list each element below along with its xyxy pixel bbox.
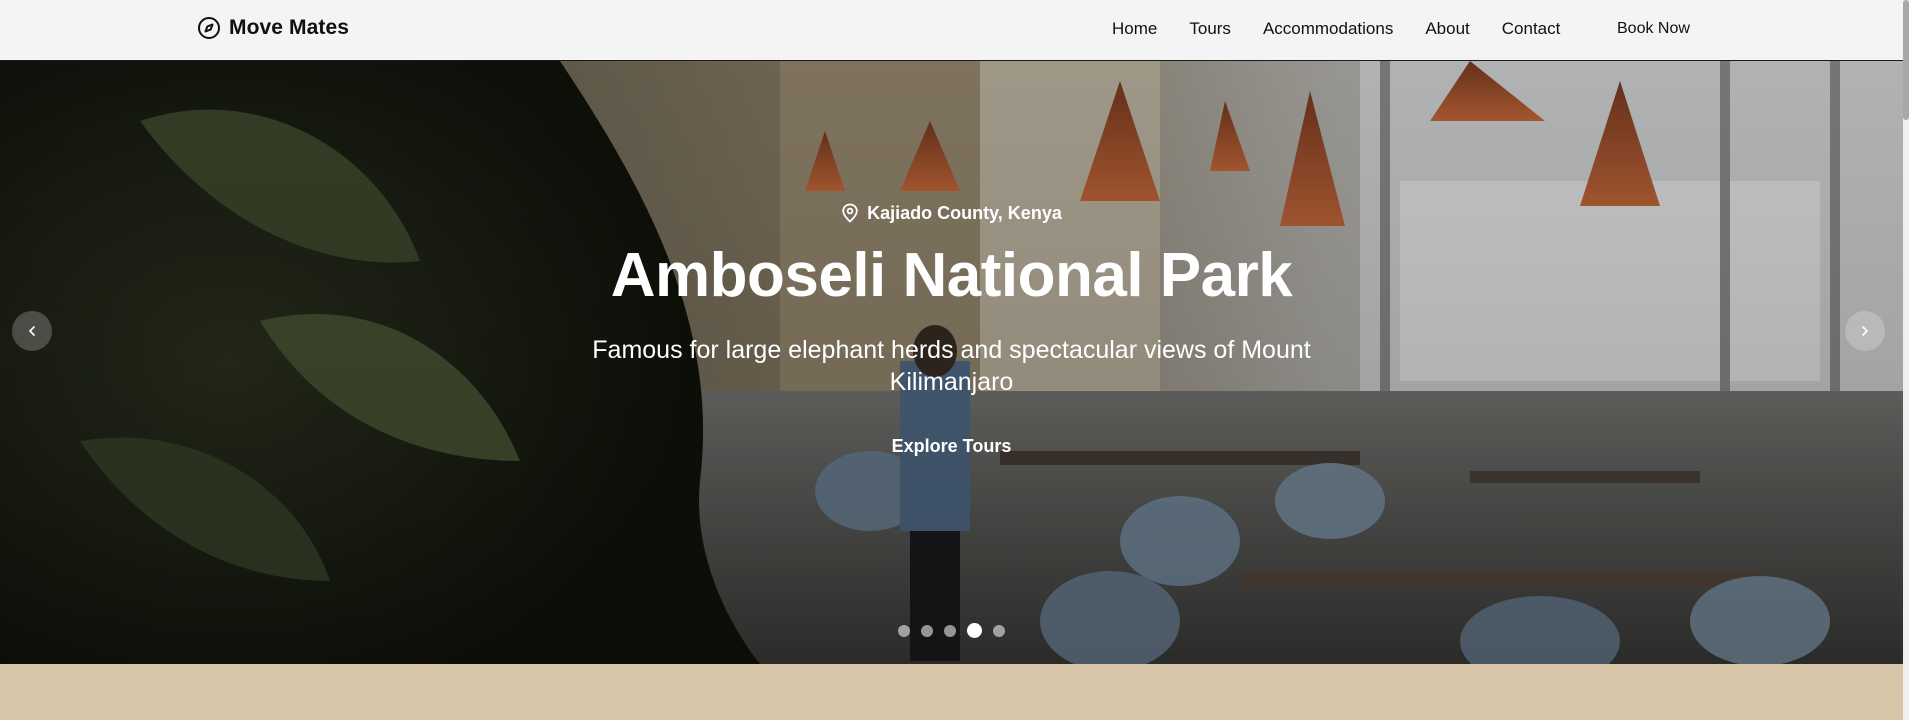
carousel-prev-button[interactable]	[12, 311, 52, 351]
carousel-indicators	[0, 623, 1903, 638]
brand-logo[interactable]: Move Mates	[197, 16, 349, 40]
carousel-dot[interactable]	[944, 624, 956, 637]
page-scrollbar[interactable]	[1903, 0, 1909, 720]
map-pin-icon	[842, 203, 858, 223]
chevron-right-icon	[1862, 326, 1868, 336]
chevron-left-icon	[29, 326, 35, 336]
site-header: Move Mates Home Tours Accommodations Abo…	[0, 0, 1903, 61]
hero-location-text: Kajiado County, Kenya	[867, 202, 1062, 223]
hero-title: Amboseli National Park	[610, 241, 1293, 310]
compass-icon	[198, 17, 220, 39]
hero-content: Kajiado County, Kenya Amboseli National …	[0, 201, 1903, 457]
nav-tours[interactable]: Tours	[1189, 19, 1231, 39]
nav-about[interactable]: About	[1425, 19, 1469, 39]
carousel-next-button[interactable]	[1845, 311, 1885, 351]
carousel-dot[interactable]	[921, 624, 933, 637]
carousel-dot[interactable]	[898, 624, 910, 637]
carousel-dot[interactable]	[993, 624, 1005, 637]
nav-contact[interactable]: Contact	[1502, 19, 1561, 39]
nav-accommodations[interactable]: Accommodations	[1263, 19, 1393, 39]
explore-tours-button[interactable]: Explore Tours	[892, 436, 1012, 457]
carousel-dot[interactable]	[967, 623, 982, 638]
main-nav: Home Tours Accommodations About Contact	[1112, 19, 1592, 39]
hero-carousel: Kajiado County, Kenya Amboseli National …	[0, 61, 1903, 664]
book-now-button[interactable]: Book Now	[1617, 19, 1690, 39]
scrollbar-thumb[interactable]	[1903, 0, 1909, 120]
brand-name: Move Mates	[229, 16, 350, 39]
hero-location: Kajiado County, Kenya	[841, 201, 1062, 225]
hero-description: Famous for large elephant herds and spec…	[592, 336, 1311, 396]
nav-home[interactable]: Home	[1112, 19, 1157, 39]
